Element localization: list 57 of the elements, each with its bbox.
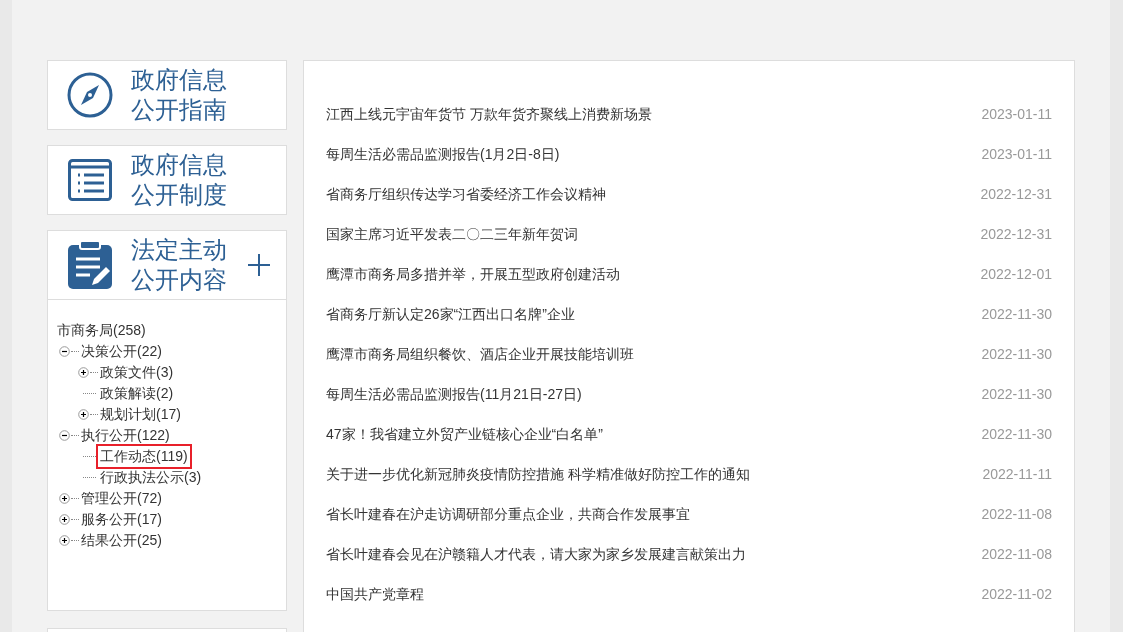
nav-card[interactable]: 法定主动 公开内容 bbox=[47, 230, 287, 300]
article-link[interactable]: 省商务厅组织传达学习省委经济工作会议精神 bbox=[326, 183, 606, 205]
tree-item[interactable]: 管理公开(72) bbox=[81, 488, 162, 509]
card-title: 法定主动 bbox=[131, 235, 228, 265]
article-date: 2022-12-31 bbox=[980, 224, 1052, 244]
tree-item[interactable]: 工作动态(119) bbox=[98, 446, 190, 467]
article-link[interactable]: 47家！我省建立外贸产业链核心企业“白名单” bbox=[326, 423, 603, 445]
article-date: 2022-11-30 bbox=[981, 304, 1052, 324]
expand-icon[interactable] bbox=[59, 535, 70, 546]
article-link[interactable]: 关于进一步优化新冠肺炎疫情防控措施 科学精准做好防控工作的通知 bbox=[326, 463, 750, 485]
collapse-icon[interactable] bbox=[59, 430, 70, 441]
article-date: 2022-11-08 bbox=[981, 504, 1052, 524]
tree-item[interactable]: 执行公开(122) bbox=[81, 425, 170, 446]
collapse-icon[interactable] bbox=[59, 346, 70, 357]
expand-icon[interactable] bbox=[78, 367, 89, 378]
tree-item[interactable]: 政策解读(2) bbox=[100, 383, 174, 404]
article-link[interactable]: 国家主席习近平发表二〇二三年新年贺词 bbox=[326, 223, 578, 245]
article-date: 2022-12-31 bbox=[980, 184, 1052, 204]
expand-icon[interactable] bbox=[59, 514, 70, 525]
list-icon bbox=[68, 159, 112, 201]
tree-item[interactable]: 服务公开(17) bbox=[81, 509, 162, 530]
clipboard-pencil-icon bbox=[68, 241, 112, 289]
tree-item[interactable]: 行政执法公示(3) bbox=[100, 467, 202, 488]
expand-icon[interactable] bbox=[78, 409, 89, 420]
compass-icon bbox=[67, 72, 113, 118]
nav-card[interactable]: 政府信息 公开制度 bbox=[47, 145, 287, 215]
article-link[interactable]: 中国共产党章程 bbox=[326, 583, 424, 605]
plus-icon[interactable] bbox=[248, 254, 270, 276]
article-link[interactable]: 鹰潭市商务局组织餐饮、酒店企业开展技能培训班 bbox=[326, 343, 634, 365]
article-date: 2022-12-01 bbox=[980, 264, 1052, 284]
article-date: 2023-01-11 bbox=[981, 104, 1052, 124]
card-title: 政府信息 bbox=[131, 150, 228, 180]
card-title: 政府信息 bbox=[131, 65, 228, 95]
tree-item[interactable]: 决策公开(22) bbox=[81, 341, 162, 362]
tree-item[interactable]: 规划计划(17) bbox=[100, 404, 181, 425]
nav-card[interactable]: 政府信息 公开指南 bbox=[47, 60, 287, 130]
tree-item[interactable]: 市商务局(258) bbox=[57, 320, 146, 341]
article-link[interactable]: 鹰潭市商务局多措并举，开展五型政府创建活动 bbox=[326, 263, 620, 285]
article-link[interactable]: 省商务厅新认定26家“江西出口名牌”企业 bbox=[326, 303, 575, 325]
article-date: 2022-11-30 bbox=[981, 424, 1052, 444]
article-date: 2022-11-30 bbox=[981, 384, 1052, 404]
article-link[interactable]: 每周生活必需品监测报告(1月2日-8日) bbox=[326, 143, 560, 165]
article-date: 2022-11-08 bbox=[981, 544, 1052, 564]
card-title: 公开制度 bbox=[131, 180, 228, 210]
article-date: 2022-11-11 bbox=[982, 464, 1052, 484]
article-link[interactable]: 江西上线元宇宙年货节 万款年货齐聚线上消费新场景 bbox=[326, 103, 652, 125]
card-title: 公开内容 bbox=[131, 265, 228, 295]
article-date: 2022-11-02 bbox=[981, 584, 1052, 604]
article-link[interactable]: 每周生活必需品监测报告(11月21日-27日) bbox=[326, 383, 582, 405]
article-link[interactable]: 省长叶建春会见在沪赣籍人才代表，请大家为家乡发展建言献策出力 bbox=[326, 543, 746, 565]
tree-item[interactable]: 政策文件(3) bbox=[100, 362, 174, 383]
card-title: 公开指南 bbox=[131, 95, 228, 125]
tree-item[interactable]: 结果公开(25) bbox=[81, 530, 162, 551]
expand-icon[interactable] bbox=[59, 493, 70, 504]
article-date: 2023-01-11 bbox=[981, 144, 1052, 164]
article-date: 2022-11-30 bbox=[981, 344, 1052, 364]
article-link[interactable]: 省长叶建春在沪走访调研部分重点企业，共商合作发展事宜 bbox=[326, 503, 690, 525]
